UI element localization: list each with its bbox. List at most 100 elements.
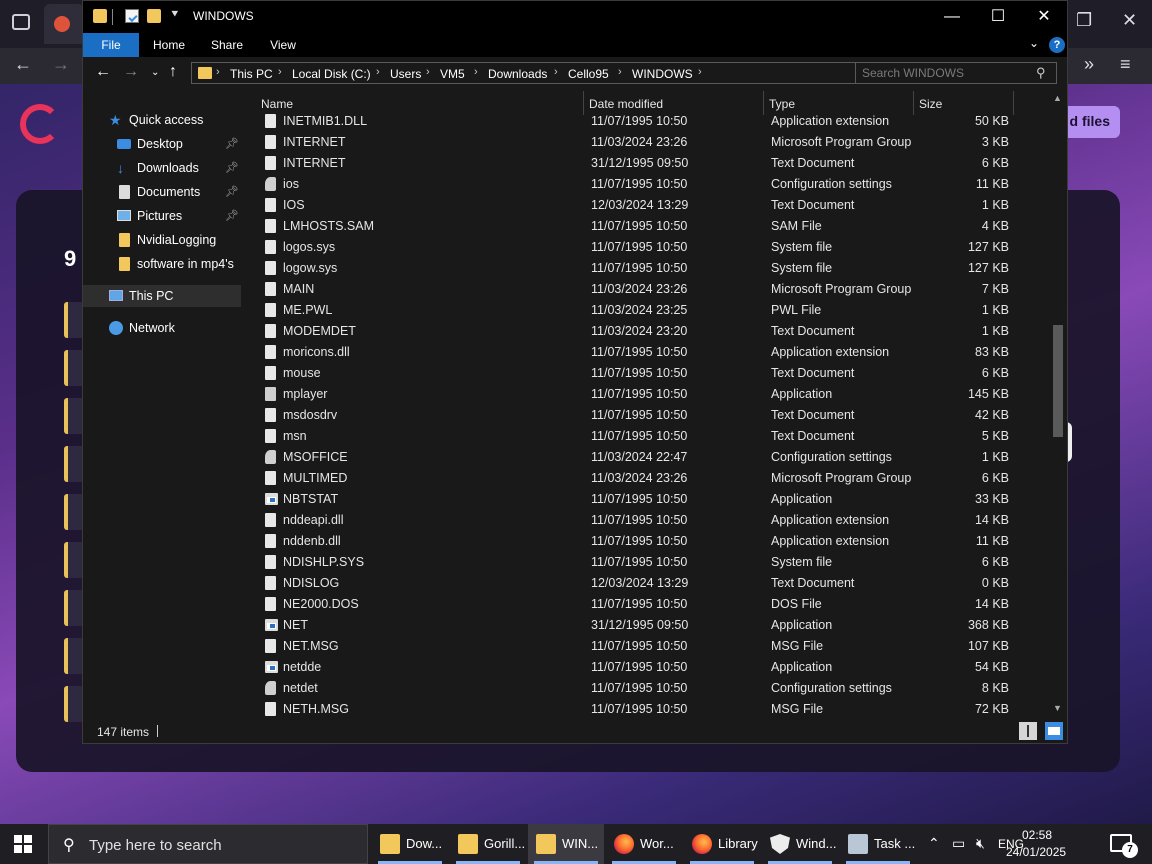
table-row[interactable]: ME.PWL 11/03/2024 23:25 PWL File 1 KB (243, 300, 1053, 321)
breadcrumb-this-pc[interactable]: This PC (230, 67, 273, 81)
nav-item-software-in-mp4-s[interactable]: software in mp4's (83, 253, 241, 275)
table-row[interactable]: moricons.dll 11/07/1995 10:50 Application … (243, 342, 1053, 363)
pin-icon[interactable]: 📌︎ (225, 161, 239, 174)
tab-overview-icon[interactable] (12, 14, 30, 30)
chevron-right-icon[interactable]: › (474, 66, 478, 78)
nav-item-documents[interactable]: Documents 📌︎ (83, 181, 241, 203)
clock-date[interactable]: 24/01/2025 (1006, 845, 1066, 859)
tab-home[interactable]: Home (141, 33, 197, 57)
chevron-right-icon[interactable]: › (698, 66, 702, 78)
table-row[interactable]: LMHOSTS.SAM 11/07/1995 10:50 SAM File 4 KB (243, 216, 1053, 237)
search-input[interactable] (862, 66, 1032, 80)
table-row[interactable]: netdde 11/07/1995 10:50 Application 54 KB (243, 657, 1053, 678)
table-row[interactable]: MAIN 11/03/2024 23:26 Microsoft Program Gr… (243, 279, 1053, 300)
table-row[interactable]: nddeapi.dll 11/07/1995 10:50 Application e… (243, 510, 1053, 531)
scrollbar-thumb[interactable] (1053, 325, 1063, 437)
help-icon[interactable]: ? (1049, 37, 1065, 53)
minimize-button[interactable]: — (929, 1, 975, 33)
breadcrumb-cello95[interactable]: Cello95 (568, 67, 609, 81)
browser-back-icon[interactable]: ← (14, 54, 32, 75)
table-row[interactable]: NE2000.DOS 11/07/1995 10:50 DOS File 14 KB (243, 594, 1053, 615)
nav-item-this-pc[interactable]: This PC (83, 285, 241, 307)
volume-muted-icon[interactable]: 🔇︎ (976, 835, 985, 852)
chevron-right-icon[interactable]: › (278, 66, 282, 78)
breadcrumb-vm5[interactable]: VM5 (440, 67, 465, 81)
breadcrumb-windows[interactable]: WINDOWS (632, 67, 693, 81)
table-row[interactable]: NETH.MSG 11/07/1995 10:50 MSG File 72 KB (243, 699, 1053, 719)
chevron-right-icon[interactable]: › (426, 66, 430, 78)
taskbar-app-7[interactable]: Task ... (840, 824, 916, 864)
nav-item-desktop[interactable]: Desktop 📌︎ (83, 133, 241, 155)
browser-overflow-icon[interactable]: » (1084, 54, 1094, 75)
taskbar-app-4[interactable]: Wor... (606, 824, 682, 864)
pin-icon[interactable]: 📌︎ (225, 185, 239, 198)
new-folder-icon[interactable] (147, 9, 161, 23)
network-status-icon[interactable]: ▭ (952, 835, 965, 852)
maximize-button[interactable]: ☐ (975, 1, 1021, 33)
table-row[interactable]: netdet 11/07/1995 10:50 Configuration sett… (243, 678, 1053, 699)
breadcrumb-downloads[interactable]: Downloads (488, 67, 547, 81)
scroll-down-icon[interactable]: ▼ (1053, 703, 1062, 713)
table-row[interactable]: NET 31/12/1995 09:50 Application 368 KB (243, 615, 1053, 636)
browser-menu-icon[interactable]: ≡ (1120, 54, 1131, 75)
close-button[interactable]: ✕ (1021, 1, 1067, 33)
table-row[interactable]: NET.MSG 11/07/1995 10:50 MSG File 107 KB (243, 636, 1053, 657)
tab-file[interactable]: File (83, 33, 139, 57)
nav-item-quick-access[interactable]: ★ Quick access (83, 109, 241, 131)
table-row[interactable]: MODEMDET 11/03/2024 23:20 Text Document 1 K… (243, 321, 1053, 342)
table-row[interactable]: MSOFFICE 11/03/2024 22:47 Configuration se… (243, 447, 1053, 468)
details-view-icon[interactable] (1019, 722, 1037, 740)
back-icon[interactable]: ← (95, 63, 111, 81)
show-hidden-icons-icon[interactable]: ⌃ (928, 835, 940, 852)
tab-view[interactable]: View (257, 33, 309, 57)
scroll-up-icon[interactable]: ▲ (1053, 93, 1062, 103)
table-row[interactable]: INTERNET 11/03/2024 23:26 Microsoft Progra… (243, 132, 1053, 153)
browser-restore-icon[interactable]: ❐ (1076, 10, 1092, 31)
taskbar-app-2[interactable]: Gorill... (450, 824, 526, 864)
tab-share[interactable]: Share (199, 33, 255, 57)
nav-item-nvidialogging[interactable]: NvidiaLogging (83, 229, 241, 251)
chevron-right-icon[interactable]: › (376, 66, 380, 78)
table-row[interactable]: NBTSTAT 11/07/1995 10:50 Application 33 KB (243, 489, 1053, 510)
customize-toolbar-icon[interactable]: ⯆ (170, 7, 180, 22)
expand-ribbon-icon[interactable]: ⌄ (1029, 36, 1039, 50)
browser-close-icon[interactable]: ✕ (1122, 10, 1137, 31)
properties-icon[interactable] (125, 9, 139, 23)
table-row[interactable]: INTERNET 31/12/1995 09:50 Text Document 6 K… (243, 153, 1053, 174)
search-icon[interactable]: ⚲ (1036, 65, 1046, 81)
taskbar-search-box[interactable]: ⚲ Type here to search (48, 824, 368, 864)
table-row[interactable]: mplayer 11/07/1995 10:50 Application 145 KB (243, 384, 1053, 405)
up-icon[interactable]: ↑ (169, 63, 177, 81)
table-row[interactable]: mouse 11/07/1995 10:50 Text Document 6 KB (243, 363, 1053, 384)
taskbar-app-5[interactable]: Library (684, 824, 760, 864)
chevron-right-icon[interactable]: › (216, 66, 220, 78)
search-box[interactable]: ⚲ (855, 62, 1057, 84)
breadcrumb-users[interactable]: Users (390, 67, 421, 81)
table-row[interactable]: MULTIMED 11/03/2024 23:26 Microsoft Progra… (243, 468, 1053, 489)
large-icons-view-icon[interactable] (1045, 722, 1063, 740)
taskbar-app-3[interactable]: WIN... (528, 824, 604, 864)
nav-item-downloads[interactable]: ↓ Downloads 📌︎ (83, 157, 241, 179)
table-row[interactable]: NDISLOG 12/03/2024 13:29 Text Document 0 KB (243, 573, 1053, 594)
table-row[interactable]: msdosdrv 11/07/1995 10:50 Text Document 42 … (243, 405, 1053, 426)
nav-item-pictures[interactable]: Pictures 📌︎ (83, 205, 241, 227)
clock-time[interactable]: 02:58 (1022, 828, 1052, 842)
nav-item-network[interactable]: Network (83, 317, 241, 339)
forward-icon[interactable]: → (123, 63, 139, 81)
pin-icon[interactable]: 📌︎ (225, 137, 239, 150)
table-row[interactable]: ios 11/07/1995 10:50 Configuration setting… (243, 174, 1053, 195)
breadcrumb-local-disk[interactable]: Local Disk (C:) (292, 67, 371, 81)
table-row[interactable]: logos.sys 11/07/1995 10:50 System file 127 … (243, 237, 1053, 258)
table-row[interactable]: msn 11/07/1995 10:50 Text Document 5 KB (243, 426, 1053, 447)
table-row[interactable]: IOS 12/03/2024 13:29 Text Document 1 KB (243, 195, 1053, 216)
pin-icon[interactable]: 📌︎ (225, 209, 239, 222)
address-bar[interactable]: › This PC › Local Disk (C:) › Users › VM… (191, 62, 925, 84)
table-row[interactable]: NDISHLP.SYS 11/07/1995 10:50 System file 6 … (243, 552, 1053, 573)
table-row[interactable]: logow.sys 11/07/1995 10:50 System file 127 … (243, 258, 1053, 279)
chevron-right-icon[interactable]: › (554, 66, 558, 78)
taskbar-app-1[interactable]: Dow... (372, 824, 448, 864)
recent-locations-icon[interactable]: ⌄ (151, 67, 159, 78)
vertical-scrollbar[interactable]: ▲ ▼ (1049, 93, 1067, 717)
browser-forward-icon[interactable]: → (52, 54, 70, 75)
table-row[interactable]: INETMIB1.DLL 11/07/1995 10:50 Application … (243, 111, 1053, 132)
